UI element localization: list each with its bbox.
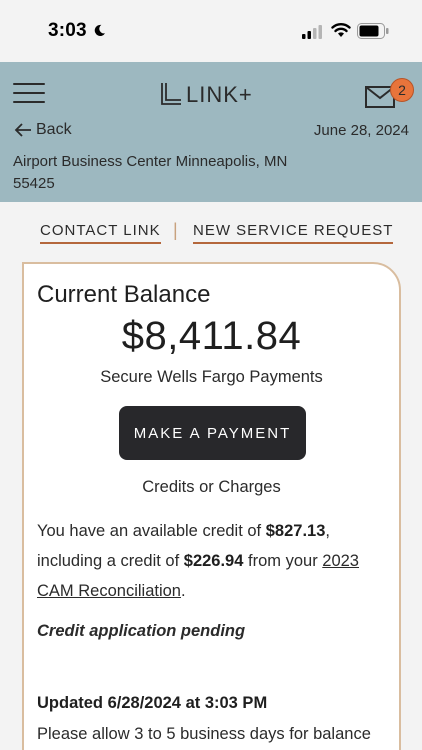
app-header: LINK+ 2 Back June 28, 2024 Airport Busin… [0,62,422,202]
link-logo-icon [161,83,181,105]
payment-provider-text: Secure Wells Fargo Payments [100,368,323,386]
processing-note: Please allow 3 to 5 business days for ba… [37,725,371,750]
quick-links: CONTACT LINK | NEW SERVICE REQUEST [0,202,422,262]
link-separator: | [173,220,178,240]
moon-icon [94,24,106,36]
logo-text: LINK+ [186,82,253,107]
updated-timestamp: Updated 6/28/2024 at 3:03 PM [37,694,268,712]
menu-icon[interactable] [13,79,45,105]
credit-text-part: from your [243,552,323,570]
make-payment-button[interactable]: MAKE A PAYMENT [119,406,306,460]
signal-icon [302,25,322,39]
status-bar: 3:03 [0,0,422,62]
status-time: 3:03 [48,20,87,41]
available-credit-amount: $827.13 [265,522,326,540]
reconciliation-credit-amount: $226.94 [183,552,244,570]
messages-button[interactable]: 2 [365,78,414,110]
balance-amount: $8,411.84 [121,314,302,358]
arrow-left-icon [14,123,31,137]
back-label: Back [36,121,72,138]
wifi-icon [331,23,351,37]
back-button[interactable]: Back [14,121,72,139]
logo: LINK+ [160,78,253,106]
contact-link[interactable]: CONTACT LINK [40,222,161,244]
card-title: Current Balance [37,281,211,308]
balance-card: Current Balance $8,411.84 Secure Wells F… [22,262,401,750]
credits-charges-label: Credits or Charges [142,478,281,496]
credit-pending-status: Credit application pending [37,622,246,640]
battery-icon [357,23,389,39]
header-date: June 28, 2024 [313,122,409,139]
message-count-badge: 2 [390,78,414,102]
property-address: Airport Business Center Minneapolis, MN … [13,153,288,192]
credit-text-part: . [180,582,186,600]
credit-description: You have an available credit of $827.13,… [37,516,387,606]
credit-text-part: You have an available credit of [37,522,266,540]
new-service-request-link[interactable]: NEW SERVICE REQUEST [193,222,394,244]
